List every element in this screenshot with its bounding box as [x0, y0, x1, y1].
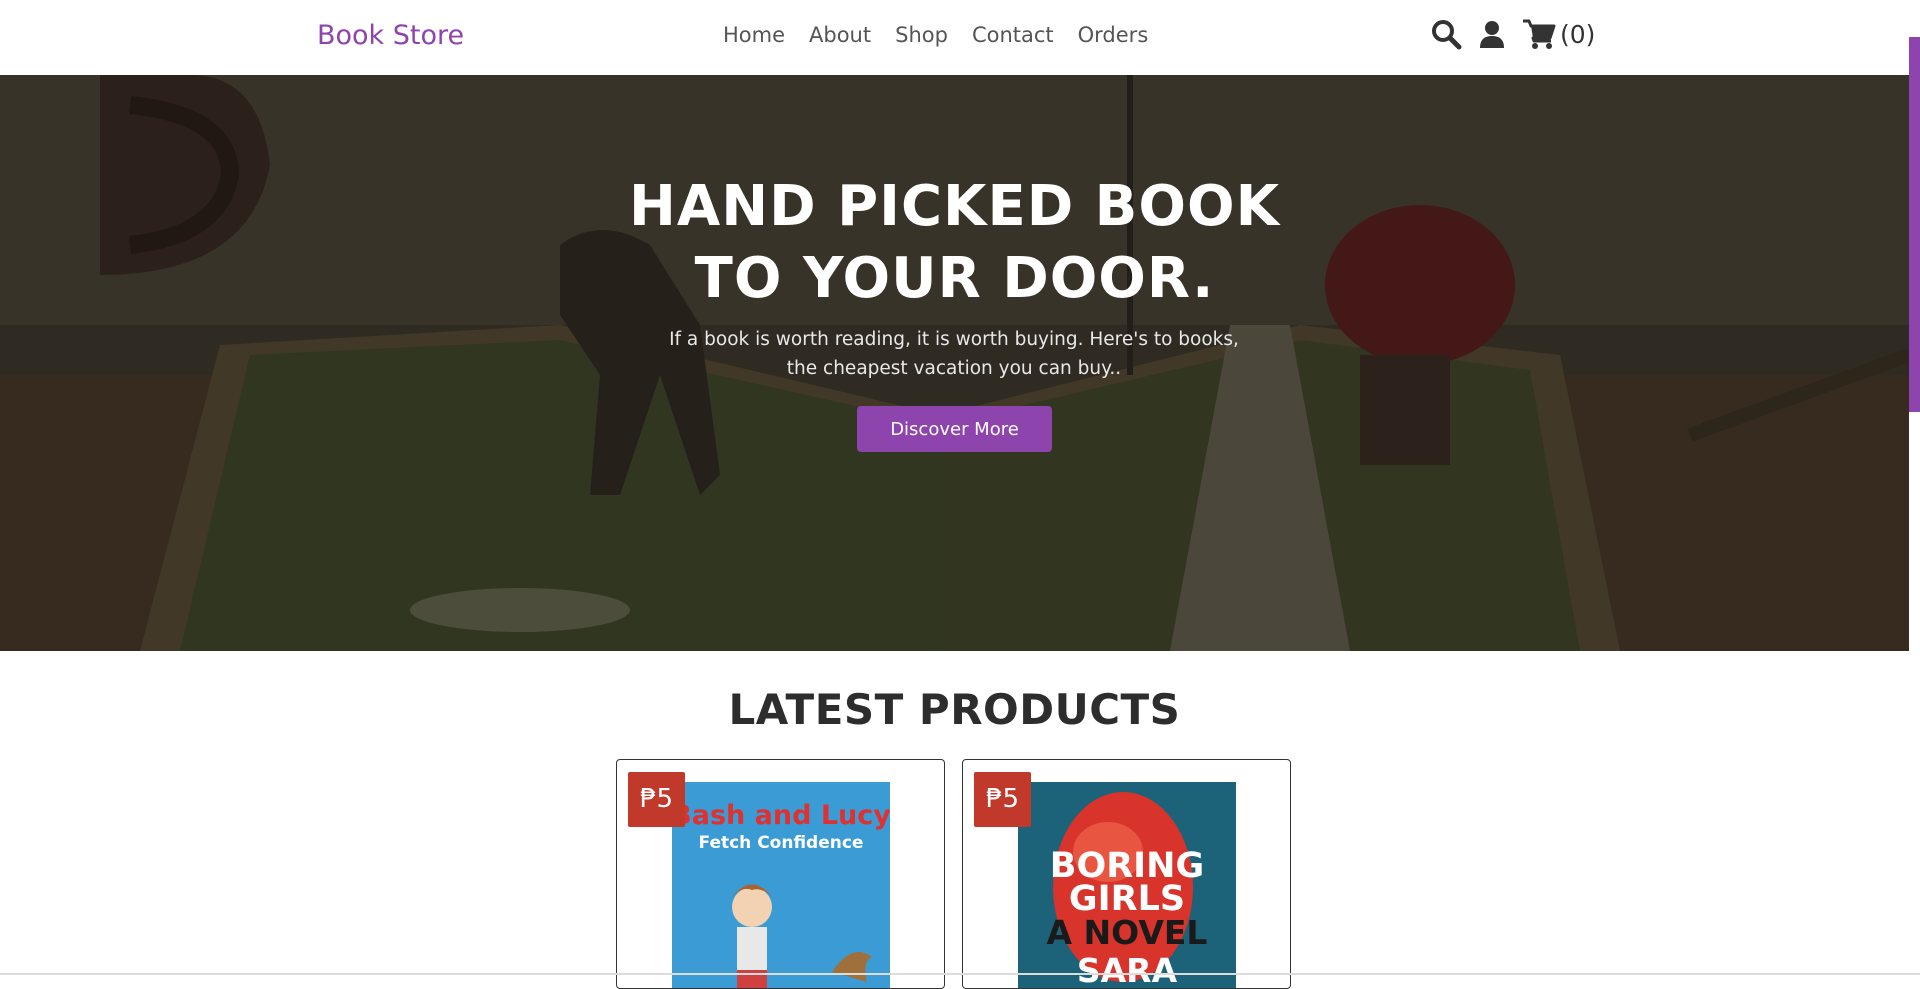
cover-title-line-2: Fetch Confidence: [699, 833, 864, 853]
cover-title-line-4: SARA: [1077, 951, 1178, 989]
hero-banner: HAND PICKED BOOK TO YOUR DOOR. If a book…: [0, 75, 1909, 651]
product-list: ₱5 Bash and Lucy Fetch Confidence ₱5 BOR…: [616, 759, 1308, 989]
product-card[interactable]: ₱5 BORING GIRLS A NOVEL SARA: [962, 759, 1291, 989]
latest-products-title: LATEST PRODUCTS: [728, 685, 1181, 734]
cart-icon: [1522, 18, 1556, 50]
cover-title-line-1: Bash and Lucy: [672, 800, 890, 831]
nav-contact[interactable]: Contact: [972, 23, 1054, 47]
search-icon[interactable]: [1430, 18, 1462, 50]
main-nav: Home About Shop Contact Orders: [723, 23, 1172, 47]
discover-more-button[interactable]: Discover More: [857, 406, 1052, 452]
hero-title: HAND PICKED BOOK TO YOUR DOOR.: [0, 171, 1909, 315]
cart-button[interactable]: (0): [1522, 18, 1595, 50]
user-icon[interactable]: [1476, 18, 1508, 50]
hero-title-line-1: HAND PICKED BOOK: [629, 174, 1280, 239]
price-badge: ₱5: [974, 772, 1031, 827]
logo-link[interactable]: Book Store: [317, 20, 464, 51]
scrollbar-thumb[interactable]: [1909, 37, 1920, 412]
product-card[interactable]: ₱5 Bash and Lucy Fetch Confidence: [616, 759, 945, 989]
nav-home[interactable]: Home: [723, 23, 785, 47]
book-cover-image[interactable]: Bash and Lucy Fetch Confidence: [672, 782, 890, 988]
nav-shop[interactable]: Shop: [895, 23, 948, 47]
cart-count: (0): [1560, 19, 1596, 49]
nav-about[interactable]: About: [809, 23, 871, 47]
hero-title-line-2: TO YOUR DOOR.: [694, 246, 1215, 311]
nav-orders[interactable]: Orders: [1078, 23, 1149, 47]
price-badge: ₱5: [628, 772, 685, 827]
site-header: Book Store Home About Shop Contact Order…: [0, 0, 1920, 75]
book-cover-image[interactable]: BORING GIRLS A NOVEL SARA: [1018, 782, 1236, 989]
cover-title-line-3: A NOVEL: [1047, 913, 1208, 952]
header-icons: (0): [1430, 18, 1595, 50]
hero-subtitle: If a book is worth reading, it is worth …: [669, 329, 1239, 379]
